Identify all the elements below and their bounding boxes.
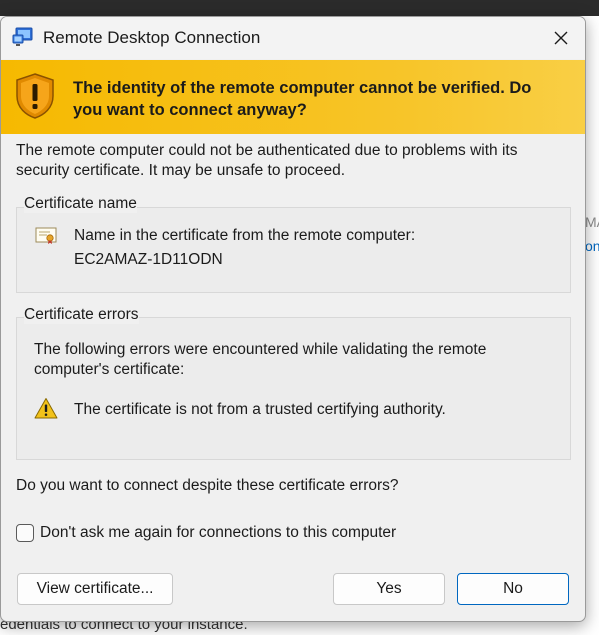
certificate-error-item: The certificate is not from a trusted ce… <box>74 401 446 418</box>
connect-question: Do you want to connect despite these cer… <box>16 477 399 494</box>
certificate-name-label: Name in the certificate from the remote … <box>74 227 416 244</box>
background-link-fragment: on <box>585 238 599 254</box>
warning-banner: The identity of the remote computer cann… <box>1 60 585 134</box>
view-certificate-button[interactable]: View certificate... <box>17 573 173 605</box>
checkbox-box[interactable] <box>16 524 34 542</box>
certificate-name-value: EC2AMAZ-1D11ODN <box>74 251 223 268</box>
dont-ask-again-label: Don't ask me again for connections to th… <box>40 524 397 541</box>
certificate-name-group <box>16 207 571 293</box>
close-icon <box>554 31 568 45</box>
remote-desktop-icon <box>12 27 33 46</box>
security-shield-icon <box>16 73 54 119</box>
background-text-fragment: MA <box>585 214 599 230</box>
description-text: The remote computer could not be authent… <box>16 142 518 179</box>
warning-message: The identity of the remote computer cann… <box>73 79 532 119</box>
title-bar: Remote Desktop Connection <box>1 17 585 59</box>
remote-desktop-connection-dialog: Remote Desktop Connection The identity o… <box>0 16 586 622</box>
certificate-errors-intro: The following errors were encountered wh… <box>34 341 487 378</box>
certificate-errors-heading: Certificate errors <box>24 306 139 324</box>
certificate-errors-group <box>16 317 571 460</box>
window-title: Remote Desktop Connection <box>43 28 261 47</box>
yes-button[interactable]: Yes <box>333 573 445 605</box>
warning-icon <box>34 398 58 419</box>
certificate-icon <box>35 227 57 244</box>
certificate-name-heading: Certificate name <box>24 195 137 213</box>
no-button[interactable]: No <box>457 573 569 605</box>
background-window-topbar <box>0 0 599 16</box>
dont-ask-again-checkbox[interactable]: Don't ask me again for connections to th… <box>16 522 396 544</box>
close-button[interactable] <box>541 21 581 55</box>
